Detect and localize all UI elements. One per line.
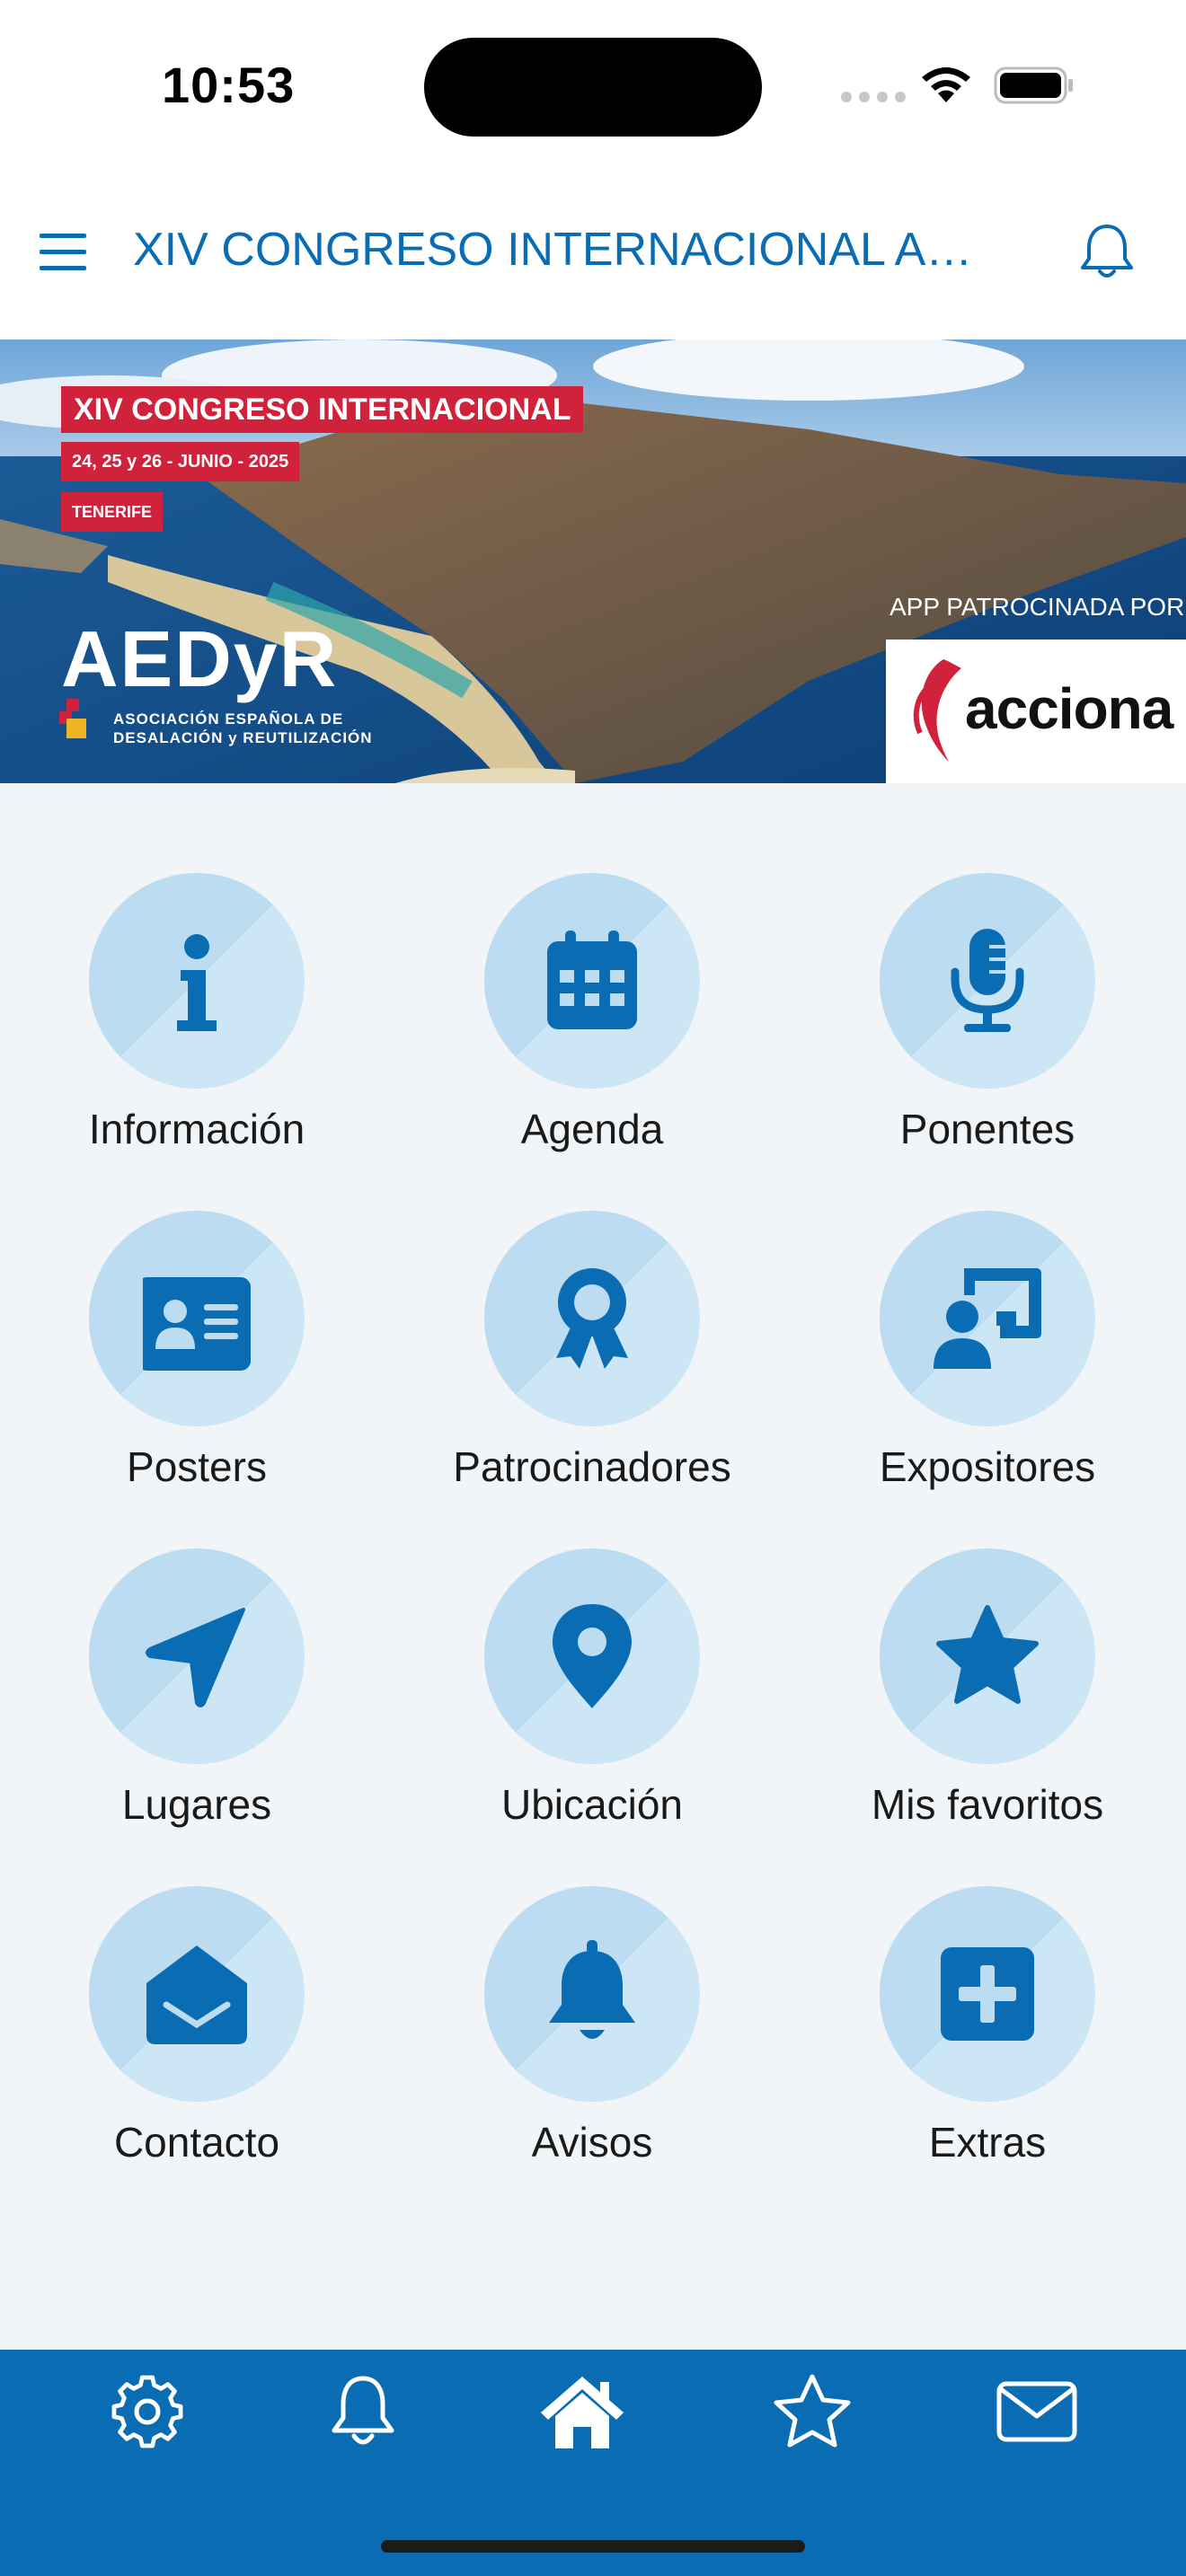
envelope-icon [996,2381,1077,2442]
tile-lugares[interactable]: Lugares [0,1548,359,1845]
tile-label: Agenda [520,1106,664,1152]
tile-circle [89,1548,305,1764]
tile-label: Lugares [121,1781,272,1828]
banner-dates: 24, 25 y 26 - JUNIO - 2025 [61,442,300,481]
tile-circle [880,1886,1095,2102]
hamburger-icon[interactable] [36,230,90,275]
banner-location: TENERIFE [61,492,164,532]
tile-label: Expositores [879,1443,1096,1490]
id-card-icon [143,1277,251,1371]
tile-label: Posters [127,1443,267,1490]
tile-expositores[interactable]: Expositores [791,1211,1150,1507]
cellular-signal-icon [841,92,906,102]
tile-label: Avisos [531,2119,653,2166]
bell-icon[interactable] [1075,219,1139,284]
tile-label: Información [88,1106,305,1152]
star-icon [774,2374,851,2448]
tile-circle [89,1211,305,1426]
tile-circle [89,873,305,1089]
aedyr-subtitle: ASOCIACIÓN ESPAÑOLA DE DESALACIÓN y REUT… [113,710,373,746]
location-arrow-icon [146,1608,245,1707]
tile-label: Mis favoritos [871,1781,1104,1828]
page-title: XIV CONGRESO INTERNACIONAL AEDyR [133,224,978,276]
envelope-open-icon [146,1945,247,2044]
battery-icon [994,66,1073,104]
tile-agenda[interactable]: Agenda [395,873,755,1169]
tile-circle [89,1886,305,2102]
status-bar: 10:53 [0,0,1186,171]
home-icon [541,2377,624,2448]
wifi-icon [922,67,970,102]
tile-label: Extras [928,2119,1047,2166]
presenter-board-icon [934,1268,1041,1369]
acciona-logo-mark [913,659,961,762]
tile-circle [484,1211,700,1426]
nav-home-button[interactable] [537,2371,627,2452]
tile-circle [484,1886,700,2102]
tile-ubicacion[interactable]: Ubicación [395,1548,755,1845]
award-ribbon-icon [556,1268,628,1369]
aedyr-logo-mark [59,699,86,738]
tile-label: Ubicación [501,1781,683,1828]
tile-posters[interactable]: Posters [0,1211,359,1507]
tile-avisos[interactable]: Avisos [395,1886,755,2183]
tile-extras[interactable]: Extras [791,1886,1150,2183]
dynamic-island [424,38,762,137]
tile-patrocinadores[interactable]: Patrocinadores [395,1211,755,1507]
status-time: 10:53 [162,57,296,113]
aedyr-logo-text: AEDyR [61,614,339,703]
tile-informacion[interactable]: Información [0,873,359,1169]
calendar-icon [547,931,637,1029]
tile-label: Ponentes [899,1106,1075,1152]
home-indicator [381,2540,805,2553]
bell-icon [549,1940,635,2039]
sponsor-logo: acciona [965,676,1173,741]
microphone-icon [951,929,1024,1032]
tile-circle [484,873,700,1089]
tile-contacto[interactable]: Contacto [0,1886,359,2183]
nav-favorites-button[interactable] [767,2371,857,2452]
tile-ponentes[interactable]: Ponentes [791,873,1150,1169]
tile-label: Patrocinadores [453,1443,731,1490]
info-icon [177,934,217,1031]
tile-circle [880,1548,1095,1764]
bell-icon [332,2376,394,2445]
gear-icon [111,2375,183,2448]
star-icon [936,1605,1039,1704]
plus-square-icon [941,1947,1034,2041]
sponsored-label: APP PATROCINADA POR [890,593,1185,621]
tile-circle [880,1211,1095,1426]
nav-notifications-button[interactable] [318,2371,408,2452]
map-pin-icon [553,1604,632,1708]
tile-label: Contacto [113,2119,280,2166]
tile-mis-favoritos[interactable]: Mis favoritos [791,1548,1150,1845]
banner-headline: XIV CONGRESO INTERNACIONAL [61,386,584,433]
nav-settings-button[interactable] [102,2371,192,2452]
tile-circle [880,873,1095,1089]
nav-contact-button[interactable] [992,2371,1082,2452]
tile-circle [484,1548,700,1764]
